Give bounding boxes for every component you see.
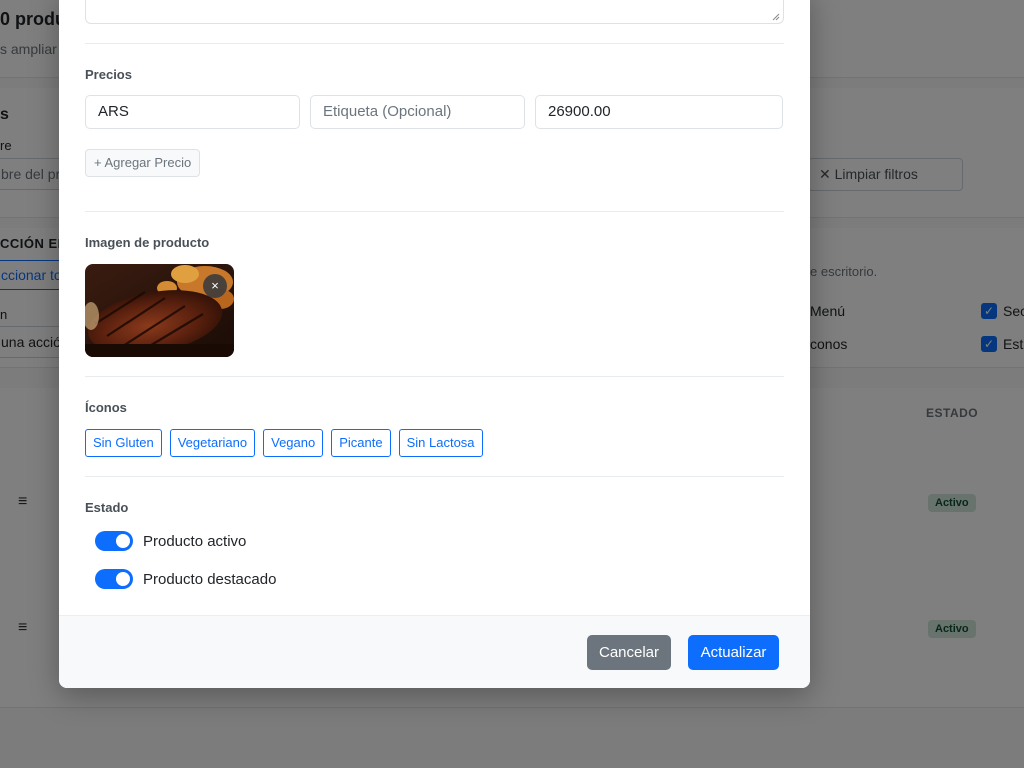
price-amount-input[interactable]: 26900.00 [535, 95, 783, 129]
divider [85, 43, 784, 44]
active-toggle-label: Producto activo [143, 532, 247, 550]
icon-chip-group: Sin Gluten Vegetariano Vegano Picante Si… [85, 429, 483, 457]
price-label-input[interactable]: Etiqueta (Opcional) [310, 95, 525, 129]
active-toggle-switch[interactable] [95, 531, 133, 551]
update-button[interactable]: Actualizar [688, 635, 779, 670]
featured-toggle-switch[interactable] [95, 569, 133, 589]
description-textarea[interactable] [85, 0, 784, 24]
icon-chip-sin-lactosa[interactable]: Sin Lactosa [398, 429, 483, 457]
resize-grip-icon[interactable] [772, 13, 780, 21]
edit-product-modal: Precios ARS Etiqueta (Opcional) 26900.00… [59, 0, 810, 688]
icon-chip-sin-gluten[interactable]: Sin Gluten [85, 429, 162, 457]
toggle-row-active: Producto activo [95, 531, 246, 551]
icon-chip-vegano[interactable]: Vegano [263, 429, 324, 457]
modal-footer: Cancelar Actualizar [59, 615, 810, 688]
divider [85, 376, 784, 377]
icon-chip-vegetariano[interactable]: Vegetariano [169, 429, 256, 457]
cancel-button[interactable]: Cancelar [587, 635, 671, 670]
currency-field[interactable]: ARS [85, 95, 300, 129]
status-section-label: Estado [85, 500, 129, 515]
prices-section-label: Precios [85, 67, 132, 82]
icon-chip-picante[interactable]: Picante [331, 429, 391, 457]
add-price-button[interactable]: + Agregar Precio [85, 149, 201, 177]
divider [85, 476, 784, 477]
switch-knob [116, 534, 130, 548]
icons-section-label: Íconos [85, 400, 127, 415]
remove-image-button[interactable]: × [203, 274, 227, 298]
switch-knob [116, 572, 130, 586]
toggle-row-featured: Producto destacado [95, 569, 276, 589]
featured-toggle-label: Producto destacado [143, 570, 277, 588]
product-image-thumbnail: × [85, 264, 234, 357]
divider [85, 211, 784, 212]
product-image-label: Imagen de producto [85, 235, 210, 250]
